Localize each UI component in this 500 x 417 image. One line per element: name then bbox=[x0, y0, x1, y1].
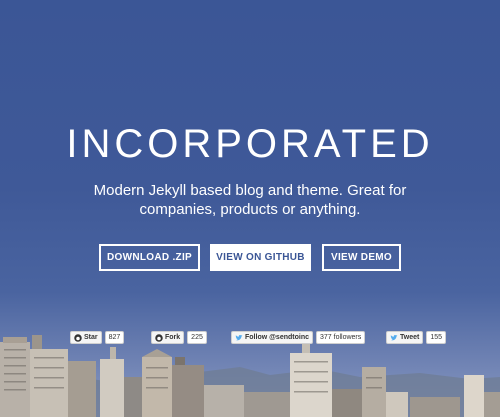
star-count[interactable]: 827 bbox=[104, 331, 125, 344]
page-title: INCORPORATED bbox=[66, 122, 434, 166]
follow-label: Follow @sendtoinc bbox=[245, 334, 309, 341]
twitter-bird-icon bbox=[235, 334, 243, 340]
tagline-line-2: companies, products or anything. bbox=[139, 201, 361, 218]
github-octocat-icon bbox=[74, 333, 82, 342]
github-fork-widget: Fork 225 bbox=[151, 331, 207, 344]
view-demo-button[interactable]: VIEW DEMO bbox=[322, 244, 401, 271]
twitter-bird-icon bbox=[390, 334, 398, 340]
city-skyline-image bbox=[0, 335, 500, 417]
twitter-follow-button[interactable]: Follow @sendtoinc bbox=[231, 331, 313, 344]
tweet-button[interactable]: Tweet bbox=[386, 331, 424, 344]
tagline-line-1: Modern Jekyll based blog and theme. Grea… bbox=[93, 182, 407, 199]
download-zip-button[interactable]: DOWNLOAD .ZIP bbox=[99, 244, 200, 271]
fork-label: Fork bbox=[165, 334, 181, 341]
tweet-label: Tweet bbox=[400, 334, 420, 341]
tweet-count[interactable]: 155 bbox=[426, 331, 447, 344]
twitter-tweet-widget: Tweet 155 bbox=[386, 331, 447, 344]
star-label: Star bbox=[84, 334, 98, 341]
twitter-follow-widget: Follow @sendtoinc 377 followers bbox=[231, 331, 366, 344]
fork-count[interactable]: 225 bbox=[187, 331, 207, 344]
view-on-github-button[interactable]: VIEW ON GITHUB bbox=[210, 244, 311, 271]
github-star-button[interactable]: Star bbox=[70, 331, 102, 344]
github-star-widget: Star 827 bbox=[70, 331, 125, 344]
github-fork-button[interactable]: Fork bbox=[151, 331, 185, 344]
tagline: Modern Jekyll based blog and theme. Grea… bbox=[70, 181, 430, 219]
github-octocat-icon bbox=[155, 333, 163, 342]
follower-count[interactable]: 377 followers bbox=[316, 331, 366, 344]
